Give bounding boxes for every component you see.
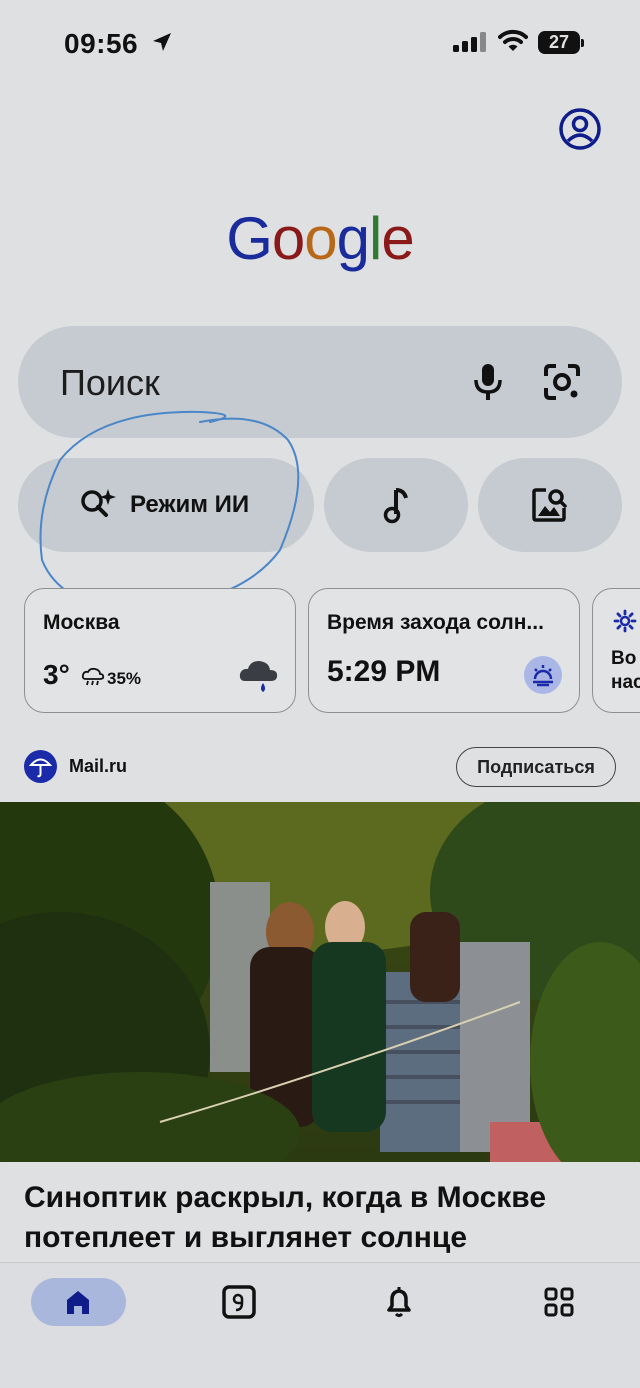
google-lens-icon[interactable] bbox=[542, 362, 582, 402]
google-logo: Google bbox=[0, 204, 640, 273]
sunset-time: 5:29 PM bbox=[327, 655, 441, 688]
image-search-icon bbox=[532, 488, 567, 522]
feed-source-row: Mail.ru Подписаться bbox=[0, 744, 640, 792]
settings-card-line: Во bbox=[611, 648, 637, 669]
gear-icon bbox=[613, 609, 637, 633]
location-arrow-icon bbox=[153, 33, 171, 51]
weather-city: Москва bbox=[43, 611, 120, 634]
search-input[interactable]: Поиск bbox=[60, 362, 160, 404]
sunset-title: Время захода солн... bbox=[327, 611, 544, 634]
notifications-bell-icon[interactable] bbox=[384, 1285, 414, 1319]
status-time: 09:56 bbox=[64, 28, 139, 59]
account-icon[interactable] bbox=[558, 107, 602, 151]
music-note-icon bbox=[383, 488, 408, 524]
settings-card[interactable]: Во нас bbox=[592, 588, 640, 713]
precipitation-chance: 35% bbox=[107, 669, 142, 688]
sunset-card[interactable]: Время захода солн... 5:29 PM bbox=[308, 588, 580, 713]
song-search-button[interactable] bbox=[324, 458, 468, 552]
nav-home-button[interactable] bbox=[31, 1278, 126, 1326]
settings-card-line: нас bbox=[611, 672, 640, 693]
bottom-navigation bbox=[0, 1262, 640, 1388]
logo-letter: g bbox=[336, 205, 370, 272]
cloudy-rain-icon bbox=[239, 661, 278, 692]
weather-temperature: 3° bbox=[43, 659, 70, 690]
logo-letter: G bbox=[226, 205, 273, 272]
search-bar[interactable]: Поиск bbox=[18, 326, 622, 438]
image-search-button[interactable] bbox=[478, 458, 622, 552]
subscribe-button[interactable]: Подписаться bbox=[456, 747, 616, 787]
mailru-logo-icon bbox=[24, 750, 57, 783]
status-bar: 09:56 27 bbox=[0, 0, 640, 88]
home-icon bbox=[67, 1291, 89, 1314]
rain-cloud-icon bbox=[81, 667, 105, 686]
apps-grid-icon[interactable] bbox=[544, 1287, 574, 1317]
logo-letter: l bbox=[369, 205, 382, 272]
wifi-icon bbox=[498, 29, 528, 51]
microphone-icon[interactable] bbox=[470, 362, 506, 402]
ai-mode-button[interactable]: Режим ИИ bbox=[18, 458, 314, 552]
cellular-signal-icon bbox=[453, 32, 486, 52]
ai-mode-label: Режим ИИ bbox=[130, 491, 250, 518]
logo-letter: o bbox=[271, 205, 305, 272]
ai-sparkle-search-icon bbox=[81, 489, 116, 517]
settings-card-text: Во нас bbox=[611, 647, 640, 695]
logo-letter: o bbox=[304, 205, 337, 272]
battery-indicator: 27 bbox=[538, 31, 584, 54]
news-photo[interactable] bbox=[0, 802, 640, 1162]
sunset-icon bbox=[524, 656, 562, 694]
feed-source-name[interactable]: Mail.ru bbox=[69, 756, 127, 777]
logo-letter: e bbox=[381, 205, 414, 272]
news-headline[interactable]: Синоптик раскрыл, когда в Москве потепле… bbox=[24, 1178, 624, 1258]
battery-level: 27 bbox=[548, 32, 570, 52]
tabs-icon[interactable] bbox=[222, 1285, 256, 1319]
weather-card[interactable]: Москва 3° 35% bbox=[24, 588, 296, 713]
